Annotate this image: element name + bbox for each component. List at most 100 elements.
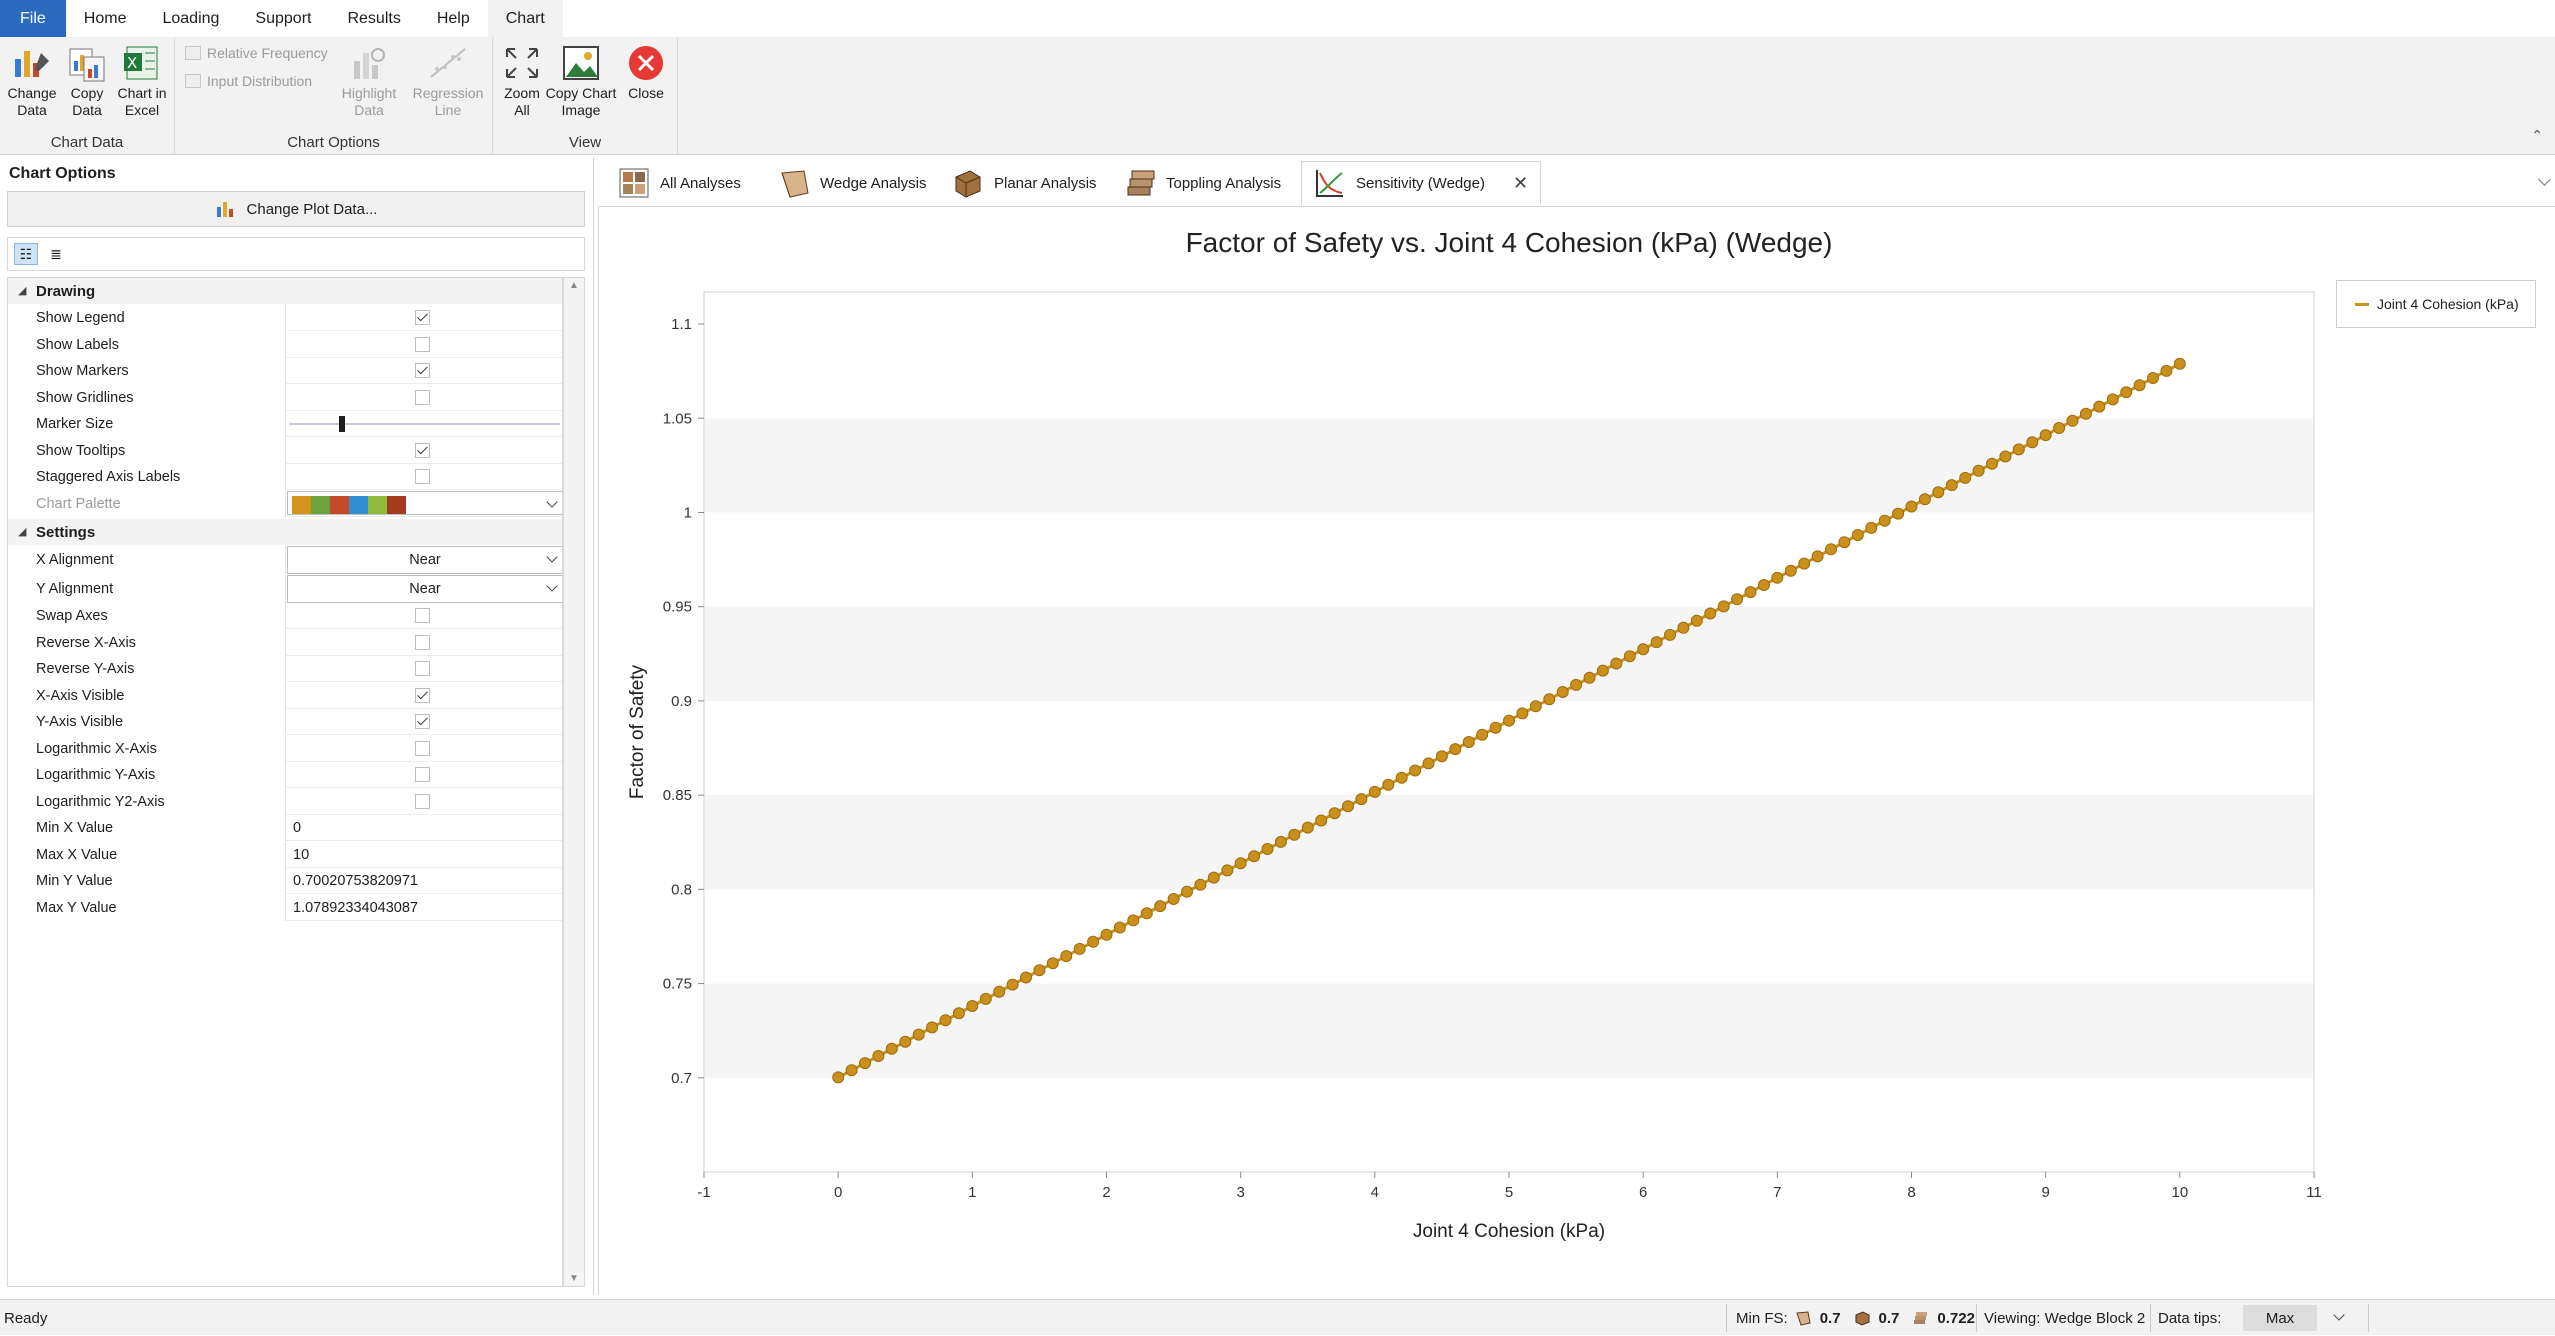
show-gridlines-checkbox[interactable] — [415, 389, 430, 405]
ribbon-collapse-icon[interactable]: ⌃ — [2531, 127, 2543, 144]
data-point[interactable] — [1207, 871, 1220, 884]
data-point[interactable] — [1865, 521, 1878, 534]
swap-axes-checkbox[interactable] — [415, 608, 430, 623]
menu-help[interactable]: Help — [419, 0, 488, 37]
data-point[interactable] — [1529, 700, 1542, 713]
data-point[interactable] — [1690, 614, 1703, 627]
data-point[interactable] — [1905, 500, 1918, 513]
data-point[interactable] — [2106, 393, 2119, 406]
data-point[interactable] — [1422, 757, 1435, 770]
data-point[interactable] — [885, 1042, 898, 1055]
copy-chart-image-button[interactable]: Copy Chart Image — [545, 43, 617, 119]
menu-results[interactable]: Results — [329, 0, 418, 37]
menu-home[interactable]: Home — [66, 0, 145, 37]
data-point[interactable] — [2147, 372, 2159, 384]
data-point[interactable] — [966, 1000, 979, 1012]
data-point[interactable] — [912, 1028, 925, 1041]
data-point[interactable] — [1261, 843, 1274, 855]
marker-size-slider-track[interactable] — [289, 423, 560, 425]
chart-in-excel-button[interactable]: X Chart in Excel — [112, 43, 172, 119]
data-point[interactable] — [2093, 400, 2106, 413]
tab-toppling-analysis[interactable]: Toppling Analysis — [1112, 161, 1293, 205]
data-point[interactable] — [993, 985, 1006, 998]
max-x-value-value[interactable]: 10 — [293, 847, 309, 863]
list-view-icon[interactable]: ≣ — [44, 243, 68, 265]
data-point[interactable] — [1945, 479, 1958, 492]
data-point[interactable] — [926, 1021, 939, 1034]
data-point[interactable] — [1677, 621, 1690, 634]
data-point[interactable] — [1851, 529, 1864, 541]
data-point[interactable] — [2160, 364, 2173, 377]
marker-size-slider-thumb[interactable] — [339, 416, 345, 432]
property-grid-scrollbar[interactable]: ▲ ▼ — [563, 277, 585, 1287]
data-point[interactable] — [1637, 643, 1650, 656]
data-point[interactable] — [1811, 550, 1824, 563]
menu-file[interactable]: File — [0, 0, 66, 37]
data-point[interactable] — [1462, 736, 1475, 748]
data-point[interactable] — [1664, 628, 1676, 641]
zoom-all-button[interactable]: Zoom All — [497, 43, 547, 119]
data-point[interactable] — [1328, 807, 1341, 820]
logarithmic-y2-axis-checkbox[interactable] — [415, 793, 430, 809]
data-point[interactable] — [1449, 743, 1462, 756]
menu-support[interactable]: Support — [237, 0, 329, 37]
show-labels-checkbox[interactable] — [415, 336, 430, 352]
reverse-x-axis-checkbox[interactable] — [415, 634, 430, 650]
data-point[interactable] — [1113, 921, 1126, 934]
data-point[interactable] — [2173, 357, 2186, 370]
data-point[interactable] — [1650, 636, 1663, 649]
scroll-down-icon[interactable]: ▼ — [564, 1273, 584, 1284]
data-point[interactable] — [2133, 379, 2146, 392]
data-point[interactable] — [1476, 728, 1489, 741]
data-point[interactable] — [1194, 878, 1207, 891]
data-point[interactable] — [1221, 864, 1234, 877]
data-point[interactable] — [872, 1050, 885, 1062]
tab-overflow-icon[interactable] — [2538, 173, 2551, 186]
scroll-up-icon[interactable]: ▲ — [564, 280, 584, 291]
data-point[interactable] — [979, 992, 992, 1005]
data-point[interactable] — [1838, 536, 1851, 549]
change-data-button[interactable]: Change Data — [6, 43, 58, 119]
data-point[interactable] — [1999, 450, 2012, 463]
sensitivity-chart[interactable]: 0.7 0.75 0.8 0.85 0.9 0.95 1 1.05 1.1 -1 0 1 2 3 4 5 6 7 8… — [599, 207, 2555, 1295]
close-chart-button[interactable]: Close — [621, 43, 671, 102]
y-alignment-dropdown[interactable]: Near — [287, 574, 562, 603]
data-point[interactable] — [1556, 686, 1569, 698]
show-tooltips-checkbox[interactable] — [415, 442, 430, 458]
data-point[interactable] — [1784, 564, 1797, 577]
data-point[interactable] — [1100, 928, 1113, 941]
tab-planar-analysis[interactable]: Planar Analysis — [940, 161, 1109, 205]
data-point[interactable] — [2026, 436, 2039, 449]
data-point[interactable] — [832, 1071, 845, 1084]
tab-wedge-analysis[interactable]: Wedge Analysis — [766, 161, 938, 205]
data-point[interactable] — [1355, 793, 1368, 806]
data-point[interactable] — [1060, 950, 1073, 963]
data-point[interactable] — [1986, 457, 1998, 470]
logarithmic-y-axis-checkbox[interactable] — [415, 767, 430, 782]
data-point[interactable] — [1154, 900, 1167, 913]
data-point[interactable] — [1234, 857, 1247, 870]
data-point[interactable] — [1744, 586, 1757, 599]
data-point[interactable] — [1596, 664, 1609, 677]
collapse-triangle-icon[interactable]: ◢ — [18, 284, 26, 297]
data-point[interactable] — [2039, 429, 2052, 442]
data-point[interactable] — [1382, 778, 1395, 791]
data-point[interactable] — [1570, 678, 1583, 691]
data-point[interactable] — [1140, 907, 1153, 920]
data-point[interactable] — [1301, 821, 1314, 834]
data-point[interactable] — [1771, 571, 1784, 584]
data-point[interactable] — [1046, 957, 1059, 970]
chevron-down-icon[interactable] — [546, 551, 558, 563]
chevron-down-icon[interactable] — [546, 579, 558, 592]
chart-palette-dropdown[interactable] — [287, 490, 562, 515]
data-point[interactable] — [1073, 942, 1086, 955]
x-axis-visible-checkbox[interactable] — [415, 687, 430, 703]
data-point[interactable] — [1181, 885, 1193, 898]
data-point[interactable] — [1583, 671, 1596, 684]
categorized-view-icon[interactable]: ☷ — [14, 243, 38, 265]
menu-loading[interactable]: Loading — [144, 0, 237, 37]
x-alignment-dropdown[interactable]: Near — [287, 546, 562, 574]
data-point[interactable] — [1248, 850, 1261, 863]
input-distribution-button[interactable]: Input Distribution — [185, 73, 312, 89]
data-point[interactable] — [1972, 464, 1985, 477]
